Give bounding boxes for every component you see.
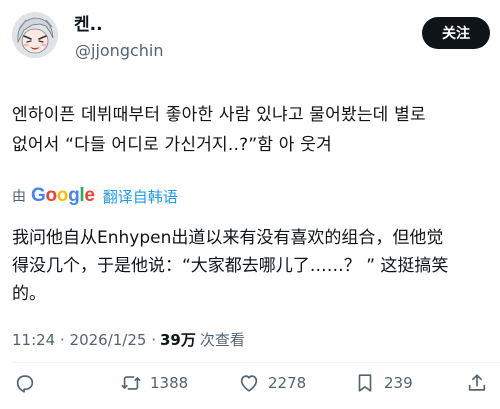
views-count: 39万: [159, 331, 196, 349]
avatar[interactable]: [12, 12, 58, 58]
divider: [12, 362, 500, 363]
share-button[interactable]: [466, 369, 488, 397]
tweet-meta: 11:24 · 2026/1/25 · 39万 次查看: [12, 330, 245, 350]
retweet-count: 1388: [150, 374, 189, 392]
translation-credit: 由 Google 翻译自韩语: [12, 185, 178, 207]
tweet-detail: 켄.. @jjongchin 关注 엔하이픈 데뷔때부터 좋아한 사람 있냐고 …: [0, 0, 500, 409]
tweet-text: 엔하이픈 데뷔때부터 좋아한 사람 있냐고 물어봤는데 별로 없어서 “다들 어…: [12, 100, 490, 160]
tweet-line: 없어서 “다들 어디로 가신거지..?”함 아 웃겨: [12, 135, 332, 155]
google-logo: Google: [31, 185, 95, 206]
like-count: 2278: [268, 374, 307, 392]
follow-button[interactable]: 关注: [422, 17, 490, 49]
bookmark-button[interactable]: 239: [354, 369, 413, 397]
tweet-line: 엔하이픈 데뷔때부터 좋아한 사람 있냐고 물어봤는데 별로: [12, 105, 426, 125]
translated-line: 我问他自从Enhypen出道以来有没有喜欢的组合，但他觉: [12, 228, 444, 248]
translated-line: 的。: [12, 284, 46, 304]
tweet-timestamp[interactable]: 11:24 · 2026/1/25 ·: [12, 330, 156, 350]
translated-from-korean-link[interactable]: 翻译自韩语: [103, 186, 178, 207]
retweet-button[interactable]: 1388: [120, 369, 188, 397]
translated-text: 我问他自从Enhypen出道以来有没有喜欢的组合，但他觉 得没几个，于是他说：“…: [12, 224, 490, 308]
like-icon: [240, 375, 258, 392]
views-label: 次查看: [199, 331, 245, 349]
action-bar: 1388 2278 239: [0, 369, 500, 397]
reply-icon: [16, 375, 34, 393]
translated-line: 得没几个，于是他说：“大家都去哪儿了……？ ” 这挺搞笑: [12, 256, 449, 276]
bookmark-count: 239: [384, 374, 413, 392]
display-name[interactable]: 켄..: [74, 14, 103, 36]
bookmark-icon: [358, 374, 372, 392]
reply-button[interactable]: [14, 369, 44, 397]
like-button[interactable]: 2278: [238, 369, 306, 397]
share-icon: [468, 374, 486, 391]
translated-by-label: 由: [12, 189, 26, 205]
user-handle[interactable]: @jjongchin: [75, 41, 164, 61]
avatar-image: [12, 12, 58, 58]
retweet-icon: [121, 376, 141, 390]
